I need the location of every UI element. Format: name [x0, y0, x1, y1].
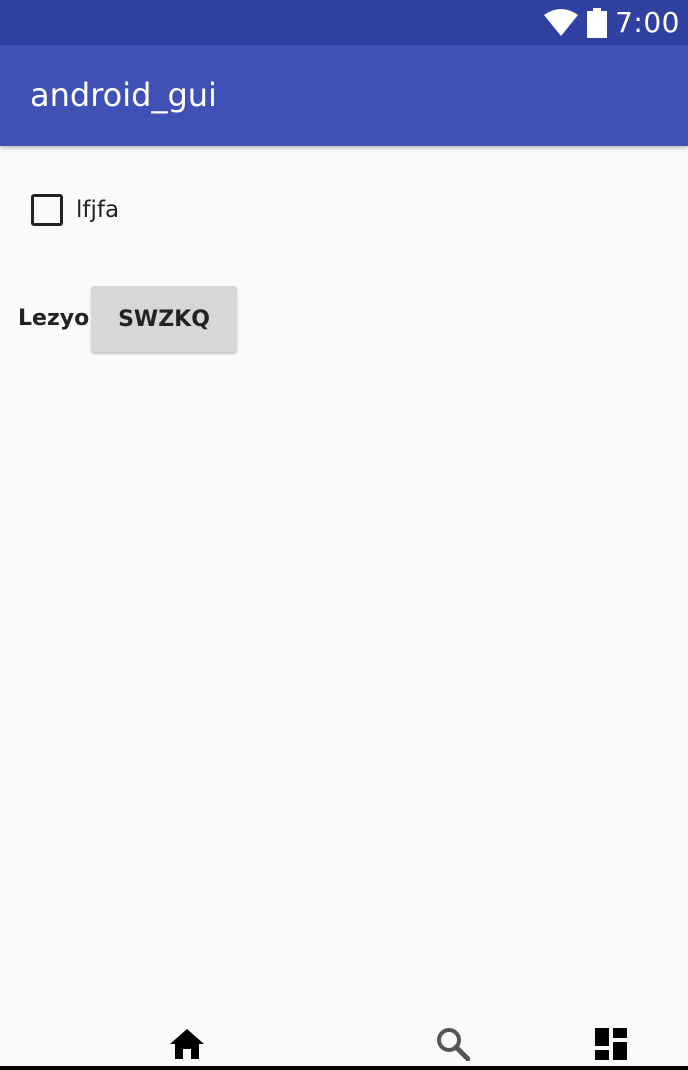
swzkq-button[interactable]: SWZKQ: [91, 286, 237, 352]
app-title: android_gui: [30, 76, 217, 114]
nav-home-button[interactable]: [167, 1024, 207, 1064]
home-icon: [170, 1029, 204, 1059]
wifi-icon: [544, 8, 579, 36]
nav-bar: [0, 1010, 688, 1070]
battery-icon: [587, 7, 608, 38]
field-label: Lezyo: [18, 306, 90, 331]
search-icon: [437, 1028, 470, 1061]
app-bar: android_gui: [0, 45, 688, 146]
checkbox-lfjfa[interactable]: lfjfa: [31, 193, 119, 227]
status-icons: 7:00: [543, 6, 680, 39]
dashboard-icon: [595, 1028, 627, 1060]
nav-dashboard-button[interactable]: [591, 1024, 631, 1064]
nav-bottom-line: [0, 1066, 688, 1070]
status-bar: 7:00: [0, 0, 688, 45]
checkbox-label: lfjfa: [76, 197, 120, 223]
nav-search-button[interactable]: [433, 1024, 473, 1064]
clock: 7:00: [615, 6, 680, 39]
checkbox-box[interactable]: [31, 194, 63, 226]
